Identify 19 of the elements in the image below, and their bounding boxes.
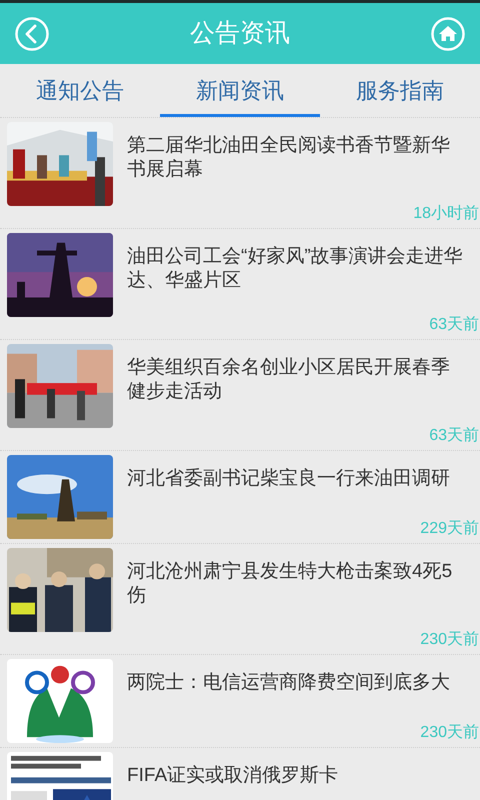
back-icon[interactable] [15,16,49,50]
news-title[interactable]: 油田公司工会“好家风”故事演讲会走进华达、华盛片区 [127,245,480,293]
news-time: 63天前 [429,426,480,446]
news-time: 18小时前 [413,204,480,224]
news-time: 230天前 [420,630,480,650]
news-title[interactable]: 河北沧州肃宁县发生特大枪击案致4死5伤 [127,560,480,608]
news-title[interactable]: 第二届华北油田全民阅读书香节暨新华书展启幕 [127,134,480,182]
news-title[interactable]: FIFA证实或取消俄罗斯卡 [127,764,480,788]
home-icon[interactable] [431,16,465,50]
news-title[interactable]: 两院士：电信运营商降费空间到底多大 [127,671,480,695]
news-title[interactable]: 河北省委副书记柴宝良一行来油田调研 [127,467,480,491]
tab[interactable]: 服务指南 [320,64,480,117]
tab[interactable]: 通知公告 [0,64,160,117]
news-time: 63天前 [429,315,480,335]
page-title: 公告资讯 [190,18,290,49]
news-title[interactable]: 华美组织百余名创业小区居民开展春季健步走活动 [127,356,480,404]
tab[interactable]: 新闻资讯 [160,64,320,117]
news-time: 230天前 [420,723,480,743]
news-time: 229天前 [420,519,480,539]
